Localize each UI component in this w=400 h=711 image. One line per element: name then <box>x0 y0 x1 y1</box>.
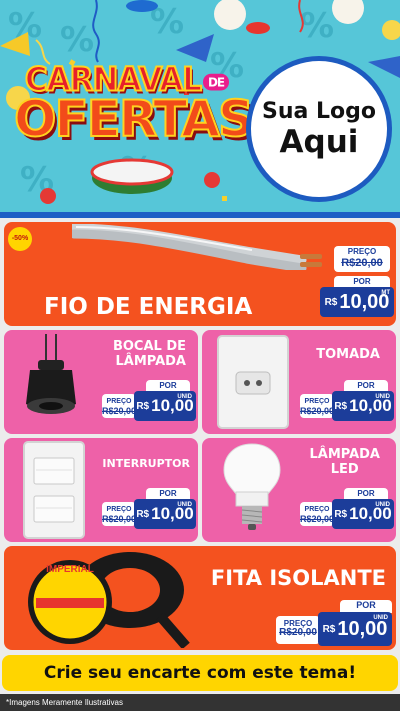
preco-label: PREÇO <box>304 398 330 405</box>
current-price: R$ 10,00 UNID <box>134 499 196 529</box>
old-price: R$20,00 <box>300 514 335 524</box>
price-unit: UNID <box>375 394 390 400</box>
headline: CARNAVAL DE OFERTAS <box>13 60 255 148</box>
current-price: R$ 10,00 UNID <box>318 612 392 646</box>
current-price: R$ 10,00 UNID <box>332 391 394 421</box>
logo-text-line2: Aqui <box>279 123 359 160</box>
disclaimer: *Imagens Meramente Ilustrativas <box>0 694 400 711</box>
switch-icon <box>23 441 85 539</box>
product-name: TOMADA <box>316 347 380 362</box>
price-unit: UNID <box>177 502 192 508</box>
headline-carnaval: CARNAVAL DE <box>14 60 240 100</box>
product-card-lampada-led[interactable]: LÂMPADA LED POR PREÇO R$20,00 R$ 10,00 U… <box>202 438 396 542</box>
price-unit: UNID <box>177 394 192 400</box>
header-banner: % % % % % % % <box>0 0 400 212</box>
current-price: R$ 10,00 UNID <box>332 499 394 529</box>
product-card-fita-isolante[interactable]: IMPERIAL FITA ISOLANTE POR PREÇO R$20,00… <box>4 546 396 650</box>
product-name: INTERRUPTOR <box>102 457 190 470</box>
price-tag: POR PREÇO R$20,00 R$ 10,00 UNID <box>100 488 198 536</box>
product-name: FIO DE ENERGIA <box>44 294 253 320</box>
preco-box: PREÇO R$20,00 <box>300 502 334 526</box>
led-bulb-icon <box>223 443 281 530</box>
price-tag: POR PREÇO R$20,00 R$ 10,00 UNID <box>298 488 396 536</box>
product-card-bocal-de-lampada[interactable]: BOCAL DE LÂMPADA POR PREÇO R$20,00 R$ 10… <box>4 330 198 434</box>
old-price: R$20,00 <box>341 257 383 269</box>
current-price: R$ 10,00 MT <box>320 287 394 317</box>
old-price: R$20,00 <box>102 406 137 416</box>
price-tag: POR PREÇO R$20,00 R$ 10,00 UNID <box>274 598 396 650</box>
product-name: BOCAL DE LÂMPADA <box>112 339 186 370</box>
product-name-line2: LED <box>330 461 359 477</box>
preco-label: PREÇO <box>106 398 132 405</box>
lamp-socket-icon <box>26 334 76 414</box>
logo-text-line1: Sua Logo <box>261 98 376 124</box>
preco-box: PREÇO R$20,00 <box>300 394 334 418</box>
old-price: R$20,00 <box>279 627 317 638</box>
product-name-line1: LÂMPADA <box>309 447 380 462</box>
preco-box: PREÇO R$20,00 <box>102 502 136 526</box>
header-divider <box>0 212 400 218</box>
headline-de: DE <box>202 73 230 90</box>
product-card-tomada[interactable]: TOMADA POR PREÇO R$20,00 R$ 10,00 UNID <box>202 330 396 434</box>
product-name: FITA ISOLANTE <box>210 566 386 590</box>
product-name-line2: LÂMPADA <box>115 353 186 369</box>
price-tag: POR PREÇO R$20,00 R$ 10,00 UNID <box>100 380 198 428</box>
product-name-line1: BOCAL DE <box>112 339 186 354</box>
currency: R$ <box>334 400 348 412</box>
currency: R$ <box>136 400 150 412</box>
preco-box: PREÇO R$20,00 <box>276 616 320 644</box>
price-unit: UNID <box>373 615 388 621</box>
old-price: R$20,00 <box>102 514 137 524</box>
preco-box: PREÇO R$20,00 <box>334 246 390 272</box>
currency: R$ <box>322 623 336 635</box>
logo-placeholder[interactable]: Sua Logo Aqui <box>246 56 392 202</box>
product-card-interruptor[interactable]: INTERRUPTOR POR PREÇO R$20,00 R$ 10,00 U… <box>4 438 198 542</box>
preco-box: PREÇO R$20,00 <box>102 394 136 418</box>
price-tag: POR PREÇO R$20,00 R$ 10,00 UNID <box>298 380 396 428</box>
product-name: LÂMPADA LED <box>309 447 380 478</box>
price-tag: PREÇO R$20,00 POR R$ 10,00 MT <box>320 246 396 326</box>
currency: R$ <box>136 508 150 520</box>
outlet-icon <box>217 335 289 429</box>
currency: R$ <box>334 508 348 520</box>
old-price: R$20,00 <box>300 406 335 416</box>
price-unit: UNID <box>375 502 390 508</box>
preco-label: PREÇO <box>304 506 330 513</box>
flyer: % % % % % % % <box>0 0 400 711</box>
price-unit: MT <box>381 290 390 296</box>
cable-icon <box>72 224 322 270</box>
product-card-fio-de-energia[interactable]: -50% FIO DE ENERGIA PREÇO R$20,00 POR R$… <box>4 222 396 326</box>
headline-ofertas: OFERTAS <box>13 90 255 148</box>
currency: R$ <box>324 296 338 308</box>
insulating-tape-icon: IMPERIAL <box>28 552 190 648</box>
cta-banner[interactable]: Crie seu encarte com este tema! <box>2 655 398 691</box>
discount-badge: -50% <box>8 227 32 251</box>
tape-brand: IMPERIAL <box>46 564 94 575</box>
preco-label: PREÇO <box>106 506 132 513</box>
preco-label: PREÇO <box>347 247 377 256</box>
current-price: R$ 10,00 UNID <box>134 391 196 421</box>
